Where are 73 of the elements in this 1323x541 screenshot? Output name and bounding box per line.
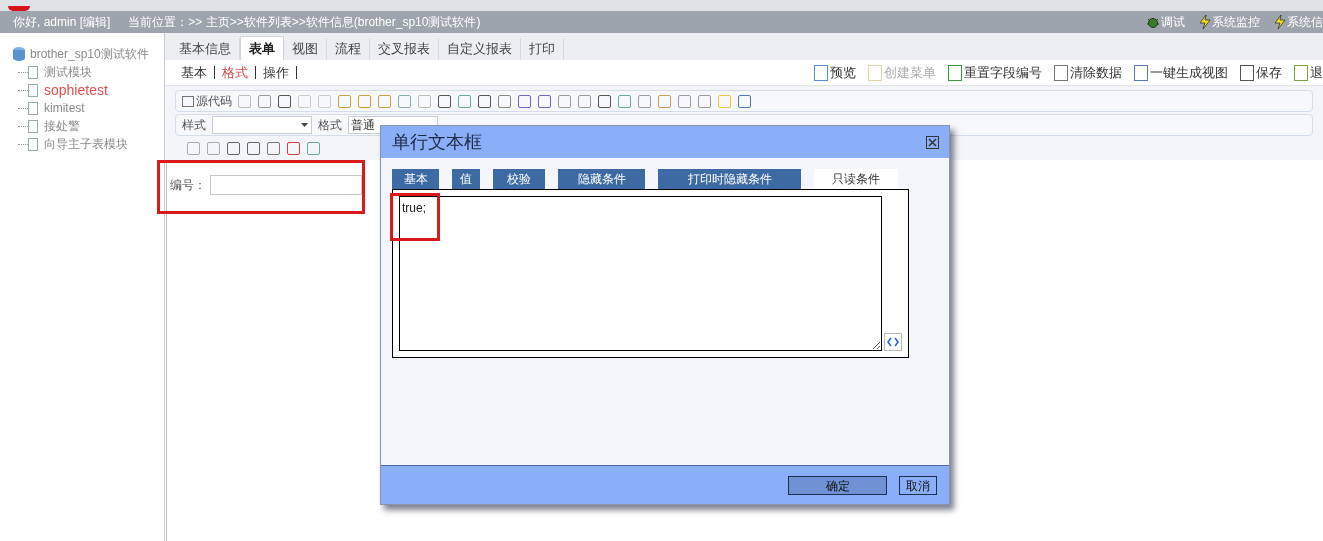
tool-icon[interactable] xyxy=(478,94,491,108)
toolbar-action[interactable]: 保存 xyxy=(1240,62,1282,83)
tab[interactable]: 交叉报表 xyxy=(370,38,439,60)
tool-icon[interactable] xyxy=(247,141,260,155)
tool-icon[interactable] xyxy=(498,94,511,108)
document-icon xyxy=(1294,64,1308,81)
toolbar-action[interactable]: 清除数据 xyxy=(1054,62,1122,83)
tree-item[interactable]: kimitest xyxy=(44,99,85,117)
tree-item[interactable]: 测试模块 xyxy=(44,63,92,81)
page-icon xyxy=(28,101,38,115)
tree-root[interactable]: brother_sp10测试软件 xyxy=(30,45,149,63)
dialog-title: 单行文本框 xyxy=(392,130,482,154)
dialog-tab[interactable]: 基本 xyxy=(392,169,439,189)
tab[interactable]: 打印 xyxy=(521,38,564,60)
lightning-icon xyxy=(1199,15,1211,29)
tool-icon[interactable] xyxy=(227,141,240,155)
subtab[interactable]: 操作 xyxy=(263,62,289,83)
dialog-tab[interactable]: 校验 xyxy=(493,169,545,189)
code-textarea[interactable]: true; xyxy=(399,196,883,351)
page-icon xyxy=(28,137,38,151)
tool-icon[interactable] xyxy=(287,141,300,155)
tool-icon[interactable] xyxy=(518,94,531,108)
document-icon xyxy=(1240,64,1254,81)
tree-item[interactable]: 向导主子表模块 xyxy=(44,135,128,153)
code-editor-icon[interactable] xyxy=(884,333,902,351)
greeting-text: 你好, admin [编辑] xyxy=(13,14,111,31)
bug-icon xyxy=(1146,15,1160,29)
document-icon xyxy=(182,95,194,107)
document-icon xyxy=(868,64,882,81)
tree-item[interactable]: 接处警 xyxy=(44,117,80,135)
input-field[interactable] xyxy=(210,175,362,195)
tool-icon[interactable] xyxy=(598,94,611,108)
document-icon xyxy=(814,64,828,81)
toolbar-action[interactable]: 退 xyxy=(1294,62,1323,83)
database-icon xyxy=(12,46,26,62)
subtab[interactable]: 基本 xyxy=(181,62,207,83)
close-icon[interactable] xyxy=(926,135,939,149)
page-icon xyxy=(28,83,38,97)
dialog-tab[interactable]: 值 xyxy=(452,169,480,189)
document-icon xyxy=(1134,64,1148,81)
tool-icon[interactable] xyxy=(267,141,280,155)
page-icon xyxy=(28,65,38,79)
format-label: 格式 xyxy=(318,117,342,134)
document-icon xyxy=(948,64,962,81)
lightning-icon xyxy=(1274,15,1286,29)
field-label: 编号： xyxy=(170,177,206,194)
cancel-button[interactable]: 取消 xyxy=(899,475,937,495)
confirm-button[interactable]: 确定 xyxy=(788,475,887,495)
tree-item[interactable]: sophietest xyxy=(44,79,108,101)
toolbar-action[interactable]: 预览 xyxy=(814,62,856,83)
subtab[interactable]: 格式 xyxy=(222,62,248,83)
breadcrumb-text: 当前位置：>> 主页>>软件列表>>软件信息(brother_sp10测试软件) xyxy=(128,14,481,31)
tool-icon[interactable] xyxy=(278,94,291,108)
tab[interactable]: 流程 xyxy=(327,38,370,60)
dialog-tab[interactable]: 打印时隐藏条件 xyxy=(658,169,801,189)
dropdown-caret-icon xyxy=(301,123,308,127)
tab[interactable]: 自定义报表 xyxy=(439,38,521,60)
tab[interactable]: 视图 xyxy=(284,38,327,60)
style-label: 样式 xyxy=(182,117,206,134)
document-icon xyxy=(1054,64,1068,81)
dialog-tab[interactable]: 隐藏条件 xyxy=(558,169,645,189)
tab[interactable]: 表单 xyxy=(240,36,284,60)
tool-icon[interactable] xyxy=(738,94,751,108)
source-button[interactable]: 源代码 xyxy=(182,92,232,110)
tool-icon[interactable] xyxy=(538,94,551,108)
toolbar-action[interactable]: 重置字段编号 xyxy=(948,62,1042,83)
tool-icon[interactable] xyxy=(438,94,451,108)
logo-mark xyxy=(8,6,30,11)
toolbar-action[interactable]: 一键生成视图 xyxy=(1134,62,1228,83)
style-select[interactable] xyxy=(212,116,312,134)
highlight-box xyxy=(390,193,440,241)
page-icon xyxy=(28,119,38,133)
dialog-tab[interactable]: 只读条件 xyxy=(814,169,898,189)
